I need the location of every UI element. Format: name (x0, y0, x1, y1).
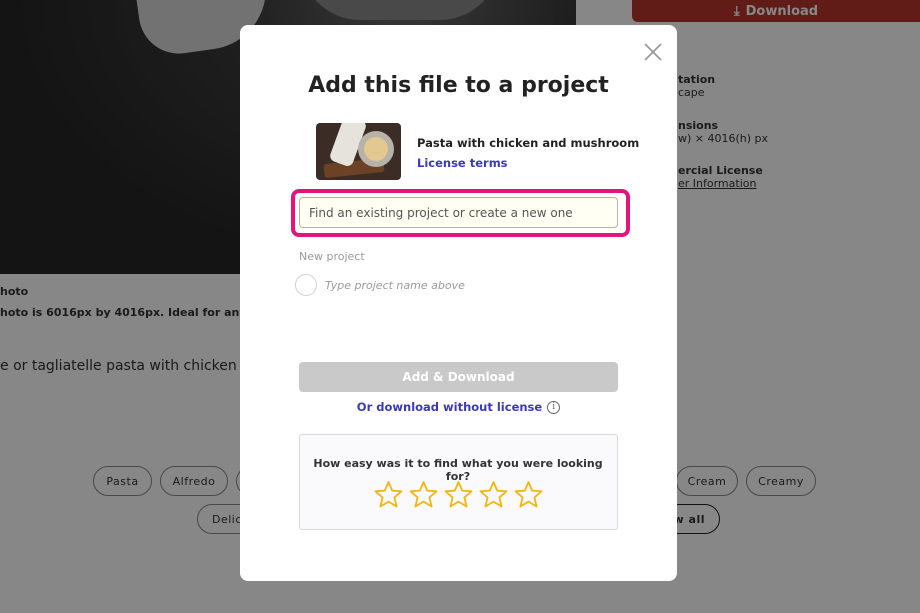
star-icon[interactable] (514, 480, 543, 509)
download-without-license-link[interactable]: Or download without license (357, 400, 542, 414)
new-project-label: New project (299, 250, 365, 263)
star-icon[interactable] (444, 480, 473, 509)
add-to-project-modal: Add this file to a project Pasta with ch… (240, 25, 677, 581)
add-and-download-button[interactable]: Add & Download (299, 362, 618, 392)
info-icon[interactable]: i (547, 400, 561, 414)
close-button[interactable] (642, 41, 664, 63)
project-search-input[interactable] (299, 197, 618, 228)
new-project-radio-label: Type project name above (325, 279, 465, 292)
new-project-radio[interactable] (295, 274, 317, 296)
alt-download-row: Or download without license i (240, 400, 677, 414)
star-icon[interactable] (409, 480, 438, 509)
thumb-pasta (364, 137, 388, 161)
star-icon[interactable] (479, 480, 508, 509)
asset-title: Pasta with chicken and mushroom (417, 136, 640, 150)
asset-thumbnail (316, 123, 401, 180)
feedback-box: How easy was it to find what you were lo… (299, 434, 618, 530)
star-rating (374, 480, 543, 509)
close-icon (644, 43, 662, 61)
modal-title: Add this file to a project (308, 73, 609, 98)
star-icon[interactable] (374, 480, 403, 509)
license-terms-link[interactable]: License terms (417, 156, 508, 170)
